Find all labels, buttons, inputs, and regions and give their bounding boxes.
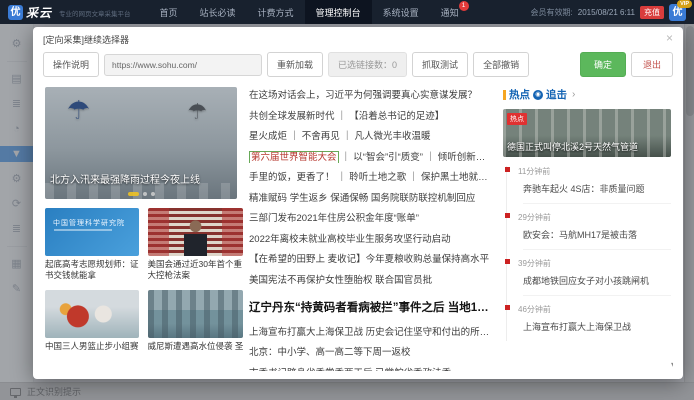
headline-list: 在这场对话会上，习近平为何强调要真心实意谋发展？ 共创全球发展新时代 ｜ 【沿着… [249, 87, 491, 371]
top-navbar: 优 采云 专业的网页文章采集平台 首页 站长必读 计费方式 管理控制台 系统设置… [0, 0, 694, 24]
close-icon[interactable]: × [666, 32, 673, 44]
hot-item-time: 39分钟前 [518, 258, 671, 269]
headline-item[interactable]: 星火成炬 ｜ 不舍再见 ｜ 凡人微光丰收温暖 [249, 128, 491, 142]
image-column: ☂ ☂ 北方入汛来最强降雨过程今夜上线 中国管理科学研究院 起底高考志愿规划师：… [45, 87, 237, 371]
nav-item-must-read[interactable]: 站长必读 [189, 0, 247, 24]
brand-name: 采云 [26, 4, 52, 21]
hot-item-title[interactable]: 奔驰车起火 4S店：非质量问题 [523, 182, 671, 204]
account-area: 会员有效期: 2015/08/21 6:11 充值 优 VIP [531, 4, 686, 21]
main-nav: 首页 站长必读 计费方式 管理控制台 系统设置 通知 1 [149, 0, 470, 24]
headline-item[interactable]: 市委书记跻身省委常委两天后 已掌舵省委政法委 [249, 365, 491, 372]
nav-item-pricing[interactable]: 计费方式 [247, 0, 305, 24]
nav-notifications-label: 通知 [441, 6, 459, 19]
hot-news-item[interactable]: 39分钟前 成都地铁回应女子对小孩跳闸机 [518, 258, 671, 296]
umbrella-icon: ☂ [67, 95, 90, 126]
carousel-caption[interactable]: 北方入汛来最强降雨过程今夜上线 [50, 171, 200, 186]
carousel-dot-active[interactable] [128, 192, 139, 196]
carousel-dots [45, 192, 237, 196]
undo-all-button[interactable]: 全部撤销 [473, 52, 529, 77]
hot-item-title[interactable]: 成都地铁回应女子对小孩跳闸机 [523, 274, 671, 296]
help-button[interactable]: 操作说明 [43, 52, 99, 77]
notification-badge: 1 [459, 1, 469, 11]
exit-button[interactable]: 退出 [631, 52, 673, 77]
headline-item[interactable]: 上海宣布打赢大上海保卫战 历史会记住坚守和付出的所有人 [249, 324, 491, 338]
app-logo[interactable]: 优 采云 专业的网页文章采集平台 [8, 4, 131, 21]
news-card-caption[interactable]: 中国三人男篮止步小组赛 [45, 341, 139, 352]
hot-badge: 热点 [507, 113, 527, 125]
dialog-toolbar: 操作说明 重新加载 已选链接数：0 抓取测试 全部撤销 确定 退出 [43, 52, 673, 77]
carousel-dot[interactable] [143, 192, 147, 196]
headline-item[interactable]: 【在希望的田野上 麦收记】今年夏粮收购总量保持高水平 [249, 251, 491, 265]
hot-news-image[interactable]: 热点 德国正式叫停北溪2号天然气管道 [503, 109, 671, 157]
headline-item[interactable]: 精准赋码 学生返乡 保通保畅 国务院联防联控机制回应 [249, 190, 491, 204]
news-card-caption[interactable]: 威尼斯遭遇高水位侵袭 圣 [148, 341, 244, 352]
selected-link-highlight[interactable]: 第六届世界智能大会 [249, 151, 339, 163]
hot-title-a: 热点 [509, 87, 530, 102]
embedded-page: ☂ ☂ 北方入汛来最强降雨过程今夜上线 中国管理科学研究院 起底高考志愿规划师：… [43, 87, 673, 371]
news-card[interactable]: 中国三人男篮止步小组赛 [45, 290, 139, 352]
news-image-grid: 中国管理科学研究院 起底高考志愿规划师：证书交钱就能拿 美国会通过近30年首个重… [45, 208, 237, 352]
vip-logo-glyph: 优 [673, 7, 683, 18]
scroll-down-icon[interactable]: ▾ [671, 360, 673, 369]
nav-item-settings[interactable]: 系统设置 [372, 0, 430, 24]
news-card-caption[interactable]: 美国会通过近30年首个重大控枪法案 [148, 259, 244, 281]
hot-news-list: 11分钟前 奔驰车起火 4S店：非质量问题 29分钟前 欧安会：马航MH17是被… [506, 166, 671, 341]
hot-image-caption[interactable]: 德国正式叫停北溪2号天然气管道 [507, 140, 669, 153]
url-input[interactable] [104, 54, 262, 76]
chevron-right-icon: › [572, 89, 575, 100]
hot-item-title[interactable]: 欧安会：马航MH17是被击落 [523, 228, 671, 250]
nav-item-notifications[interactable]: 通知 1 [430, 0, 470, 24]
account-value: 2015/08/21 6:11 [578, 8, 635, 17]
confirm-button[interactable]: 确定 [580, 52, 626, 77]
headline-item[interactable]: 三部门发布2021年住房公积金年度“账单” [249, 210, 491, 224]
headline-item[interactable]: 北京：中小学、高一高二等下周一返校 [249, 344, 491, 358]
brand-tagline: 专业的网页文章采集平台 [59, 8, 131, 21]
hot-news-item[interactable]: 29分钟前 欧安会：马航MH17是被击落 [518, 212, 671, 250]
accent-bar [503, 90, 506, 100]
nav-item-console[interactable]: 管理控制台 [305, 0, 372, 24]
headline-item[interactable]: 美国宪法不再保护女性堕胎权 联合国官员批 [249, 272, 491, 286]
news-card[interactable]: 美国会通过近30年首个重大控枪法案 [148, 208, 244, 281]
account-label: 会员有效期: [531, 7, 573, 18]
dialog-title: [定向采集]继续选择器 [43, 33, 673, 46]
plaque-text: 中国管理科学研究院 [53, 218, 125, 228]
headline-column: 在这场对话会上，习近平为何强调要真心实意谋发展？ 共创全球发展新时代 ｜ 【沿着… [249, 87, 491, 371]
carousel-image-rain[interactable]: ☂ ☂ 北方入汛来最强降雨过程今夜上线 [45, 87, 237, 199]
scrape-test-button[interactable]: 抓取测试 [412, 52, 468, 77]
headline-item-featured[interactable]: 辽宁丹东“持黄码者看病被拦”事件之后 当地12345回应 [249, 299, 491, 315]
carousel-dot[interactable] [151, 192, 155, 196]
collector-dialog: [定向采集]继续选择器 × 操作说明 重新加载 已选链接数：0 抓取测试 全部撤… [33, 27, 683, 379]
headline-rest: ｜ 以“智会”引“质变” ｜ 倾听创新的律动 [339, 152, 491, 163]
hot-target-icon: ◉ [533, 90, 543, 100]
hot-news-item[interactable]: 46分钟前 上海宣布打赢大上海保卫战 [518, 304, 671, 341]
selected-count-indicator: 已选链接数：0 [328, 52, 407, 77]
logo-icon: 优 [8, 5, 23, 20]
hot-panel-header[interactable]: 热点 ◉ 追击 › [503, 87, 671, 102]
basketball-image [45, 290, 139, 338]
podium-image [148, 208, 244, 256]
news-card[interactable]: 威尼斯遭遇高水位侵袭 圣 [148, 290, 244, 352]
hot-panel: 热点 ◉ 追击 › 热点 德国正式叫停北溪2号天然气管道 11分钟前 奔驰车起火… [503, 87, 671, 371]
hot-item-time: 46分钟前 [518, 304, 671, 315]
hot-title-b: 追击 [546, 87, 567, 102]
headline-item[interactable]: 在这场对话会上，习近平为何强调要真心实意谋发展？ [249, 87, 491, 101]
hot-item-time: 29分钟前 [518, 212, 671, 223]
hot-news-item[interactable]: 11分钟前 奔驰车起火 4S店：非质量问题 [518, 166, 671, 204]
headline-item[interactable]: 手里的饭，更香了！ ｜ 聆听土地之歌 ｜ 保护黑土地就是保护每个… [249, 169, 491, 183]
reload-button[interactable]: 重新加载 [267, 52, 323, 77]
headline-item[interactable]: 共创全球发展新时代 ｜ 【沿着总书记的足迹】 [249, 108, 491, 122]
nav-item-home[interactable]: 首页 [149, 0, 189, 24]
recharge-button[interactable]: 充值 [640, 6, 664, 19]
headline-item[interactable]: 2022年离校未就业高校毕业生服务攻坚行动启动 [249, 231, 491, 245]
umbrella-icon: ☂ [187, 99, 207, 125]
news-card[interactable]: 中国管理科学研究院 起底高考志愿规划师：证书交钱就能拿 [45, 208, 139, 281]
news-card-caption[interactable]: 起底高考志愿规划师：证书交钱就能拿 [45, 259, 139, 281]
hot-item-title[interactable]: 上海宣布打赢大上海保卫战 [523, 320, 671, 341]
plaque-image: 中国管理科学研究院 [45, 208, 139, 256]
hot-item-time: 11分钟前 [518, 166, 671, 177]
headline-item-highlighted[interactable]: 第六届世界智能大会 ｜ 以“智会”引“质变” ｜ 倾听创新的律动 [249, 149, 491, 163]
vip-logo[interactable]: 优 VIP [669, 4, 686, 21]
venice-image [148, 290, 244, 338]
vip-badge: VIP [677, 0, 692, 8]
